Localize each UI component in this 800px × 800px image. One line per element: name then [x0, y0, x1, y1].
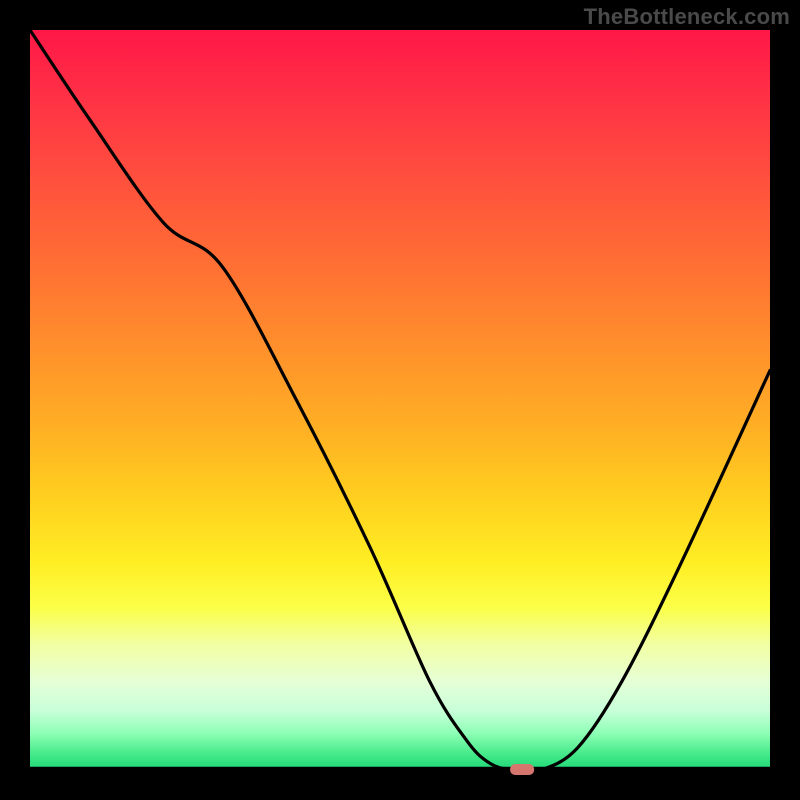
- bottleneck-curve: [30, 30, 770, 772]
- optimum-marker: [510, 764, 534, 775]
- curve-svg: [30, 30, 770, 770]
- chart-frame: TheBottleneck.com: [0, 0, 800, 800]
- plot-area: [30, 30, 770, 770]
- watermark-text: TheBottleneck.com: [584, 4, 790, 30]
